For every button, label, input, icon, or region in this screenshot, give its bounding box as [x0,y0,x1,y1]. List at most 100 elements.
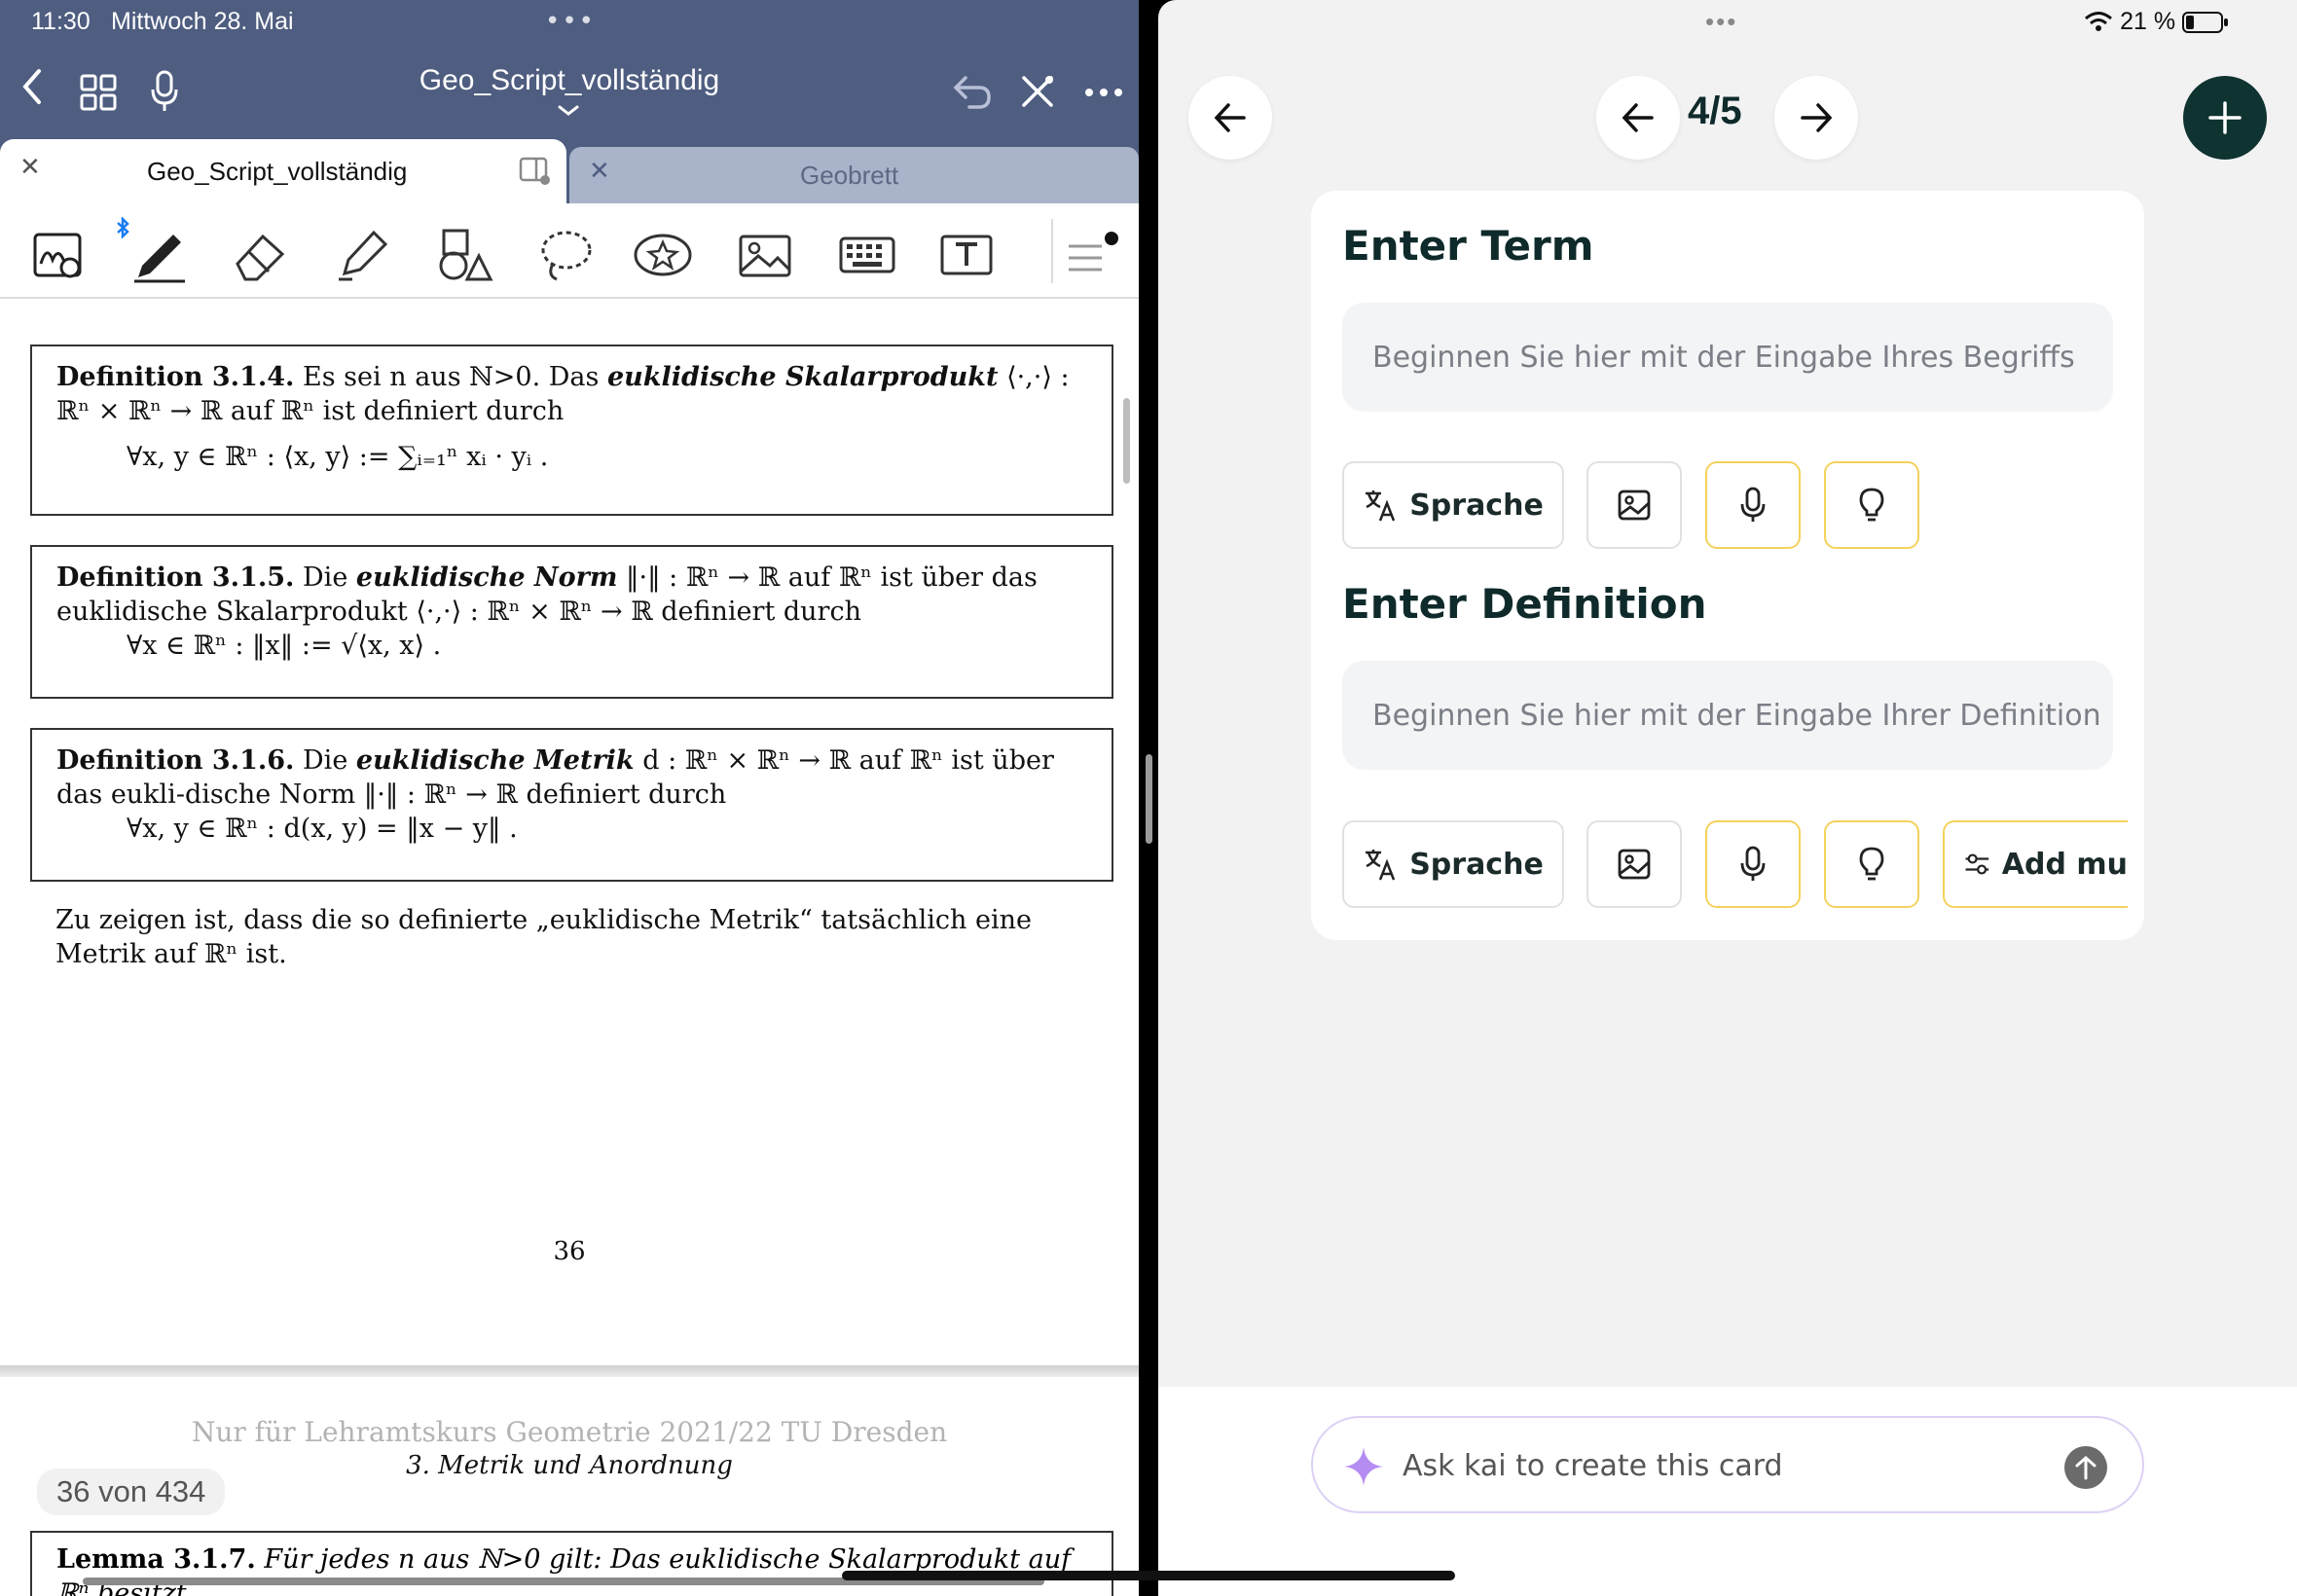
arrow-left-icon [1214,103,1246,132]
microphone-icon [1740,846,1766,881]
back-button[interactable] [1188,76,1272,160]
image-icon [1618,849,1651,880]
page-watermark: Nur für Lehramtskurs Geometrie 2021/22 T… [191,1416,948,1448]
shapes-tool-icon[interactable] [434,225,494,285]
zoom-write-icon[interactable] [29,225,90,285]
page-paragraph: Zu zeigen ist, dass die so definierte „e… [55,905,1032,969]
page-scrollbar[interactable] [1123,398,1130,484]
status-time: 11:30 [31,8,91,35]
term-input[interactable]: Beginnen Sie hier mit der Eingabe Ihres … [1342,303,2113,412]
tab-geobrett[interactable]: ✕ Geobrett [569,147,1139,203]
keyboard-tool-icon[interactable] [837,225,897,285]
definition-term: euklidische Skalarprodukt [606,362,999,392]
arrow-left-icon [1622,103,1654,132]
multitasking-handle-icon[interactable]: ••• [545,9,596,34]
definition-box-3-1-5: Definition 3.1.5. Die euklidische Norm ‖… [30,545,1113,699]
definition-section-title: Enter Definition [1342,580,1707,628]
sliders-icon [1965,853,1989,875]
close-tab-icon[interactable]: ✕ [589,157,610,186]
close-tab-icon[interactable]: ✕ [19,153,41,182]
pen-tool-icon[interactable] [128,225,189,285]
split-view-icon[interactable] [519,157,552,186]
split-view-divider[interactable] [1139,0,1158,1596]
definition-input[interactable]: Beginnen Sie hier mit der Eingabe Ihrer … [1342,661,2113,770]
tool-options-icon[interactable] [1063,225,1123,285]
lightbulb-icon [1859,847,1884,881]
lasso-tool-icon[interactable] [535,225,596,285]
term-language-button[interactable]: Sprache [1342,461,1564,549]
ask-kai-bar: Ask kai to create this card [1158,1387,2297,1596]
ask-kai-placeholder: Ask kai to create this card [1403,1449,1783,1483]
term-voice-button[interactable] [1705,461,1801,549]
sticker-tool-icon[interactable] [633,225,693,285]
next-card-button[interactable] [1774,76,1858,160]
text-box-tool-icon[interactable] [936,225,997,285]
definition-language-button[interactable]: Sprache [1342,820,1564,908]
page-separator [0,1365,1139,1377]
lemma-label: Lemma 3.1.7. [56,1544,256,1575]
tab-geo-script[interactable]: ✕ Geo_Script_vollständig [0,139,566,203]
battery-percentage: 21 % [2120,8,2176,35]
multitasking-handle-icon[interactable]: ••• [1705,9,1737,34]
definition-box-3-1-6: Definition 3.1.6. Die euklidische Metrik… [30,728,1113,882]
arrow-up-icon [2075,1455,2096,1480]
document-title-text: Geo_Script_vollständig [419,64,720,96]
eraser-tool-icon[interactable] [230,225,290,285]
page-counter: 36 von 434 [37,1469,226,1515]
definition-input-placeholder: Beginnen Sie hier mit der Eingabe Ihrer … [1372,698,2101,733]
status-bar-right: 21 % [2084,8,2229,36]
send-button[interactable] [2064,1446,2107,1489]
definition-formula: ∀x, y ∈ ℝⁿ : ⟨x, y⟩ := ∑ᵢ₌₁ⁿ xᵢ · yᵢ . [127,442,549,472]
highlighter-tool-icon[interactable] [331,225,391,285]
pdf-page-next[interactable]: Nur für Lehramtskurs Geometrie 2021/22 T… [0,1377,1139,1596]
definition-formula: ∀x ∈ ℝⁿ : ‖x‖ := √⟨x, x⟩ . [127,631,442,661]
ask-kai-input[interactable]: Ask kai to create this card [1311,1416,2144,1513]
definition-label: Definition 3.1.5. [56,562,295,593]
add-card-button[interactable] [2183,76,2267,160]
term-hint-button[interactable] [1824,461,1919,549]
add-more-button[interactable]: Add mu [1943,820,2128,908]
definition-intro: Es sei n aus ℕ>0. Das [303,362,600,392]
notes-header: 11:30 Mittwoch 28. Mai ••• Geo_Script_vo… [0,0,1139,139]
card-counter: 4/5 [1688,90,1742,132]
definition-label: Definition 3.1.4. [56,362,295,392]
language-label: Sprache [1409,488,1544,523]
lemma-box: Lemma 3.1.7. Für jedes n aus ℕ>0 gilt: D… [30,1531,1113,1596]
lightbulb-icon [1859,488,1884,522]
flashcard-app-pane: ••• 21 % 4/5 Enter Term Beginnen Sie hie… [1158,0,2297,1596]
definition-intro: Die [303,745,348,776]
card-editor: Enter Term Beginnen Sie hier mit der Ein… [1311,191,2144,940]
tools-cross-icon[interactable] [1020,74,1055,109]
definition-voice-button[interactable] [1705,820,1801,908]
image-tool-icon[interactable] [735,225,795,285]
previous-card-button[interactable] [1596,76,1680,160]
page-number: 36 [553,1237,586,1266]
divider-handle[interactable] [1146,754,1152,844]
term-input-placeholder: Beginnen Sie hier mit der Eingabe Ihres … [1372,340,2075,375]
definition-term: euklidische Metrik [355,745,635,776]
plus-icon [2208,101,2242,134]
translate-icon [1366,490,1396,522]
status-date: Mittwoch 28. Mai [111,8,294,35]
undo-icon[interactable] [952,72,993,111]
home-indicator[interactable] [842,1571,1455,1580]
definition-label: Definition 3.1.6. [56,745,295,776]
definition-hint-button[interactable] [1824,820,1919,908]
battery-icon [2182,12,2228,33]
pdf-page[interactable]: Definition 3.1.4. Es sei n aus ℕ>0. Das … [0,299,1139,1365]
document-tabs: ✕ Geo_Script_vollständig ✕ Geobrett [0,139,1139,203]
definition-intro: Die [303,562,348,593]
term-image-button[interactable] [1586,461,1682,549]
image-icon [1618,490,1651,521]
definition-term: euklidische Norm [355,562,618,593]
wifi-icon [2085,12,2113,31]
definition-formula: ∀x, y ∈ ℝⁿ : d(x, y) = ‖x − y‖ . [127,814,518,844]
tab-label: Geo_Script_vollständig [147,157,408,186]
language-label: Sprache [1409,847,1544,882]
definition-image-button[interactable] [1586,820,1682,908]
more-options-icon[interactable] [1084,88,1123,97]
drawing-toolbar [0,203,1139,299]
title-chevron-down-icon[interactable] [558,105,579,117]
notes-app-pane: 11:30 Mittwoch 28. Mai ••• Geo_Script_vo… [0,0,1139,1596]
term-section-title: Enter Term [1342,222,1594,270]
